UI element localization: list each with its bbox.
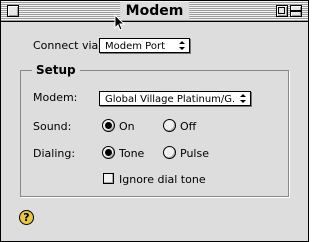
ignore-dial-tone-checkbox[interactable] <box>103 173 114 184</box>
window-title: Modem <box>119 2 190 20</box>
dialing-tone-label[interactable]: Tone <box>119 147 144 160</box>
connect-via-popup[interactable]: Modem Port <box>99 38 190 53</box>
sound-label: Sound: <box>33 120 72 133</box>
collapse-box[interactable] <box>290 5 302 17</box>
close-box[interactable] <box>7 5 19 17</box>
dialing-label: Dialing: <box>33 147 76 160</box>
connect-via-label: Connect via: <box>33 39 102 52</box>
sound-on-radio[interactable] <box>102 119 115 132</box>
help-icon[interactable]: ? <box>19 210 34 225</box>
popup-arrows-icon <box>179 41 185 50</box>
arrow-cursor-icon <box>114 14 126 31</box>
zoom-box[interactable] <box>276 5 288 17</box>
dialing-pulse-radio[interactable] <box>163 146 176 159</box>
modem-label: Modem: <box>33 91 78 104</box>
dialing-tone-radio[interactable] <box>102 146 115 159</box>
ignore-dial-tone-label[interactable]: Ignore dial tone <box>119 173 206 186</box>
modem-value: Global Village Platinum/G... <box>105 94 234 105</box>
sound-on-label[interactable]: On <box>119 120 135 133</box>
modem-popup[interactable]: Global Village Platinum/G... <box>99 91 251 106</box>
connect-via-value: Modem Port <box>105 41 165 52</box>
title-bar[interactable]: Modem <box>1 1 308 22</box>
popup-arrows-icon <box>240 94 246 103</box>
modem-window: Modem Connect via: Modem Port Setup Mode… <box>0 0 309 242</box>
setup-group-title: Setup <box>32 63 80 77</box>
sound-off-radio[interactable] <box>163 119 176 132</box>
dialing-pulse-label[interactable]: Pulse <box>180 147 209 160</box>
sound-off-label[interactable]: Off <box>180 120 196 133</box>
